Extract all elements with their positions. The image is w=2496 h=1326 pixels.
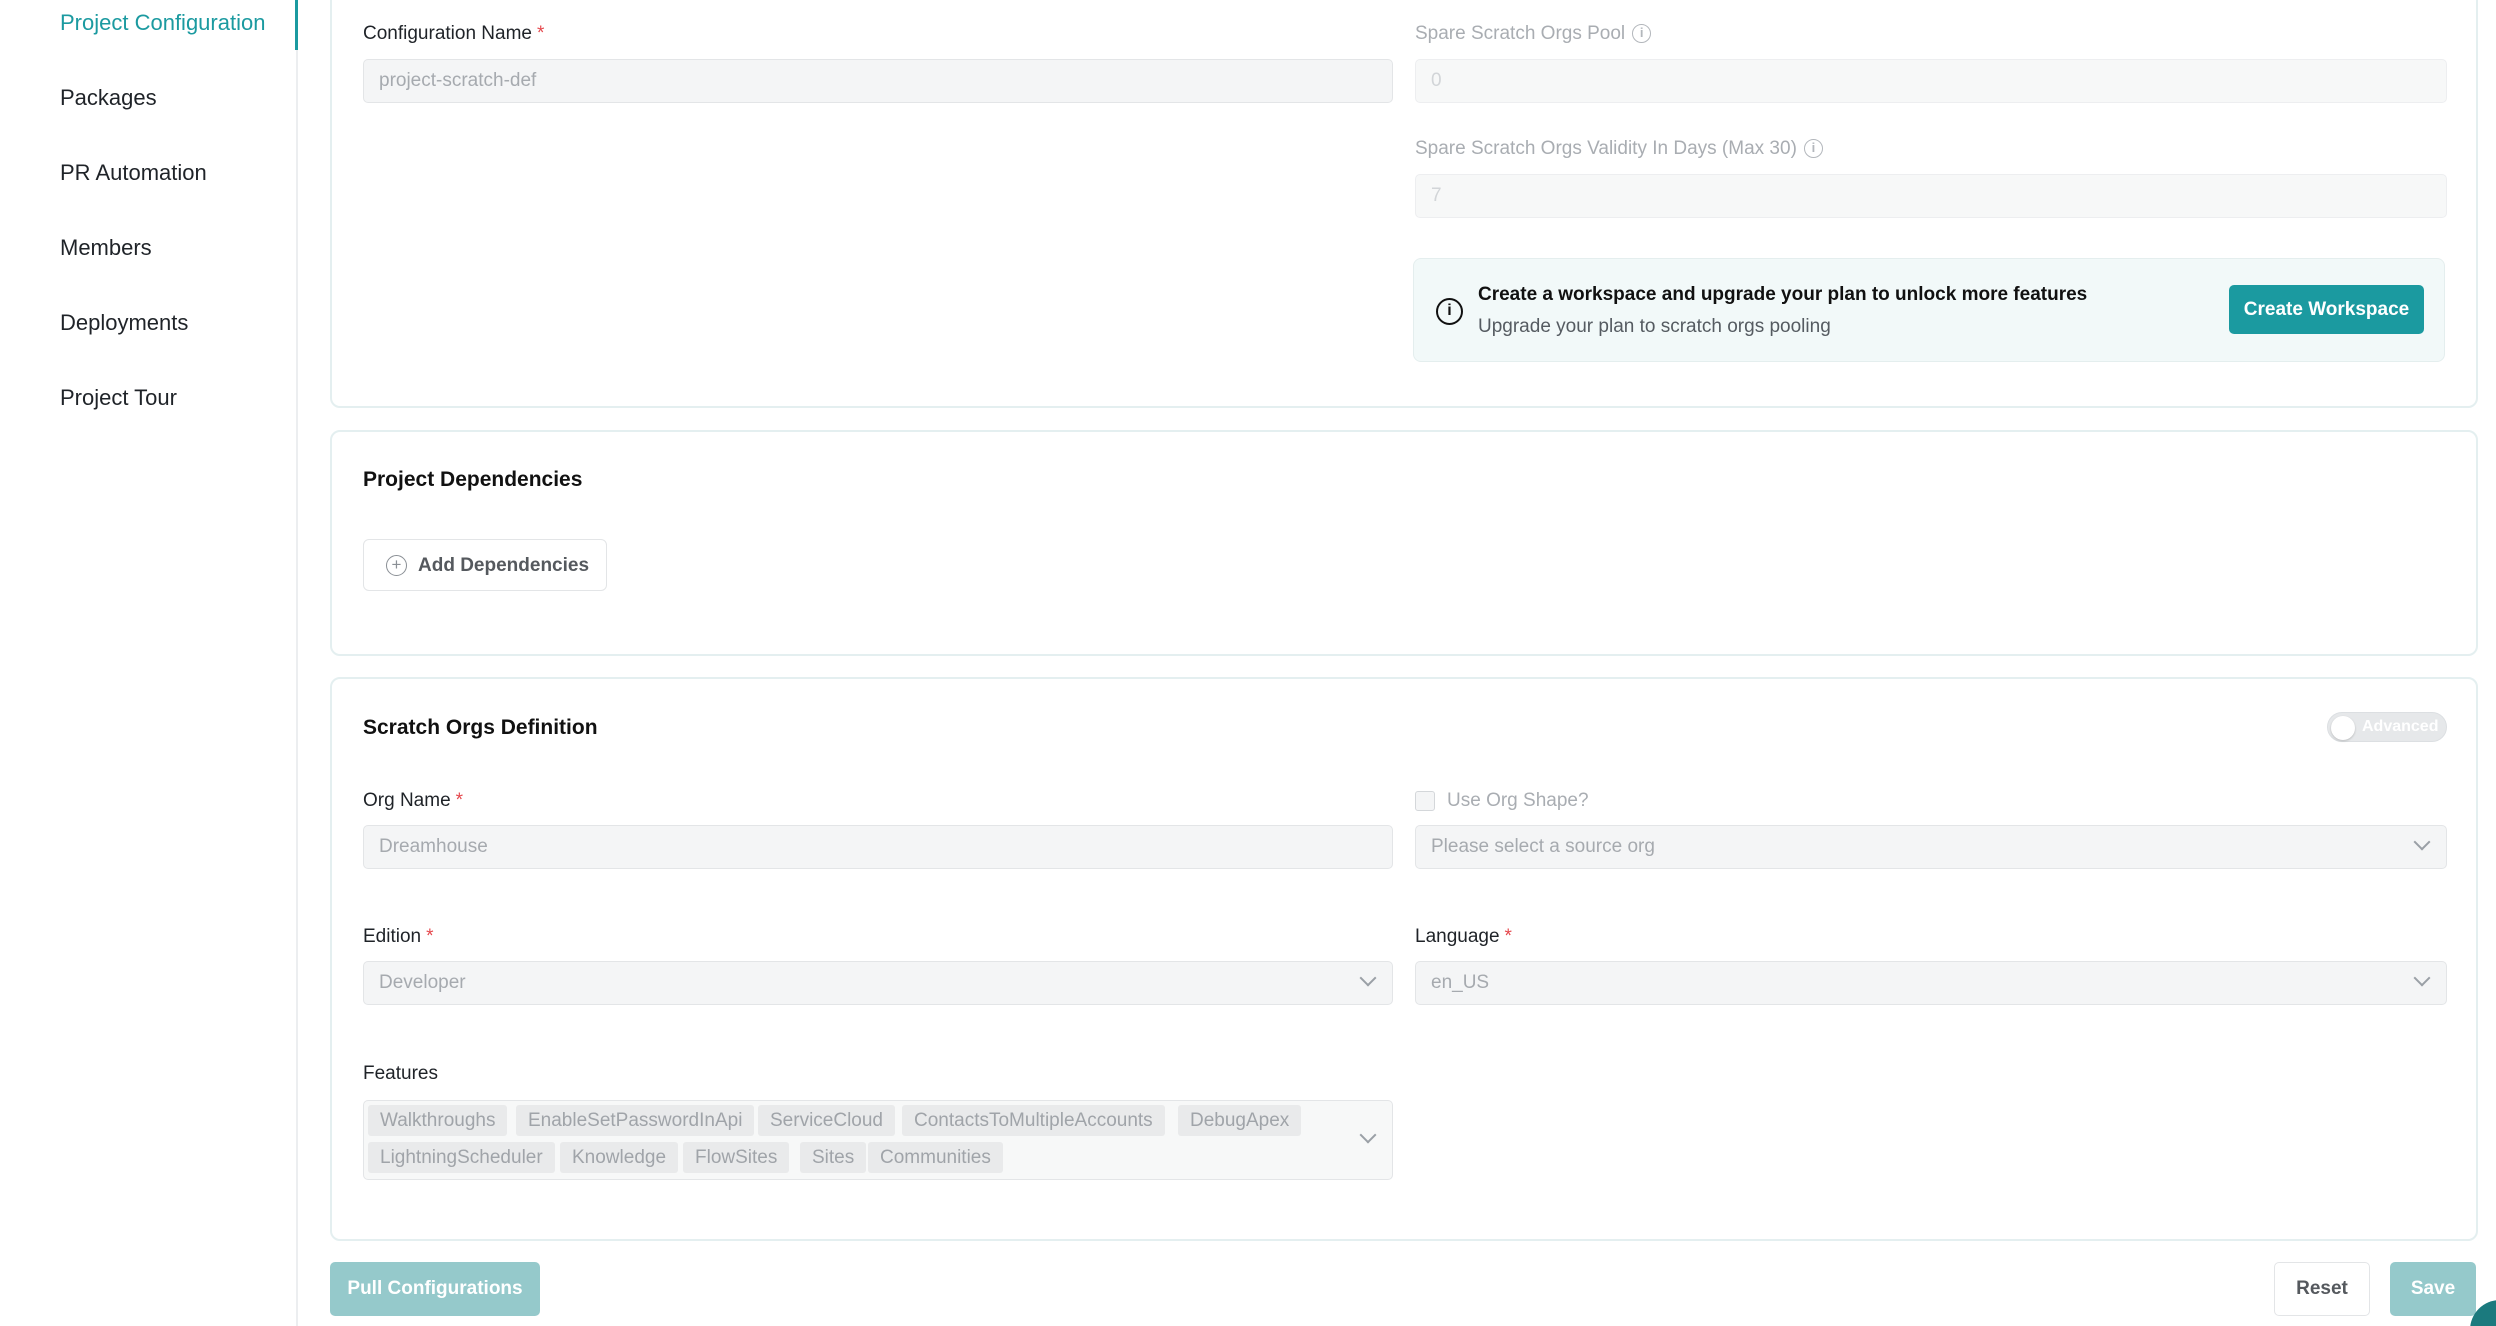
edition-value: Developer [379, 972, 466, 993]
chevron-down-icon [2413, 969, 2431, 987]
toggle-label: Advanced [2362, 718, 2439, 735]
banner-title: Create a workspace and upgrade your plan… [1478, 284, 2088, 305]
banner-subtitle: Upgrade your plan to scratch orgs poolin… [1478, 316, 1831, 337]
source-org-select[interactable]: Please select a source org [1415, 825, 2447, 869]
sidebar-item-members[interactable]: Members [60, 228, 152, 268]
sidebar-item-project-configuration[interactable]: Project Configuration [60, 3, 265, 43]
reset-button[interactable]: Reset [2274, 1262, 2370, 1316]
spare-validity-label: Spare Scratch Orgs Validity In Days (Max… [1415, 138, 1823, 160]
add-dependencies-button[interactable]: + Add Dependencies [363, 539, 607, 591]
sidebar-item-label: Project Configuration [60, 10, 266, 35]
info-icon: i [1436, 298, 1463, 325]
spare-validity-input[interactable]: 7 [1415, 174, 2447, 218]
pull-configurations-button[interactable]: Pull Configurations [330, 1262, 540, 1316]
create-workspace-button[interactable]: Create Workspace [2229, 285, 2424, 334]
edition-label: Edition * [363, 926, 434, 947]
upgrade-banner: i Create a workspace and upgrade your pl… [1413, 258, 2445, 362]
sidebar-item-label: Project Tour [60, 385, 177, 410]
dependencies-title: Project Dependencies [363, 468, 583, 491]
config-name-label: Configuration Name * [363, 23, 545, 44]
advanced-toggle[interactable]: Advanced [2327, 712, 2447, 742]
feature-tag: ServiceCloud [758, 1105, 895, 1136]
feature-tag: FlowSites [683, 1142, 790, 1173]
sidebar-item-label: Deployments [60, 310, 189, 335]
features-label: Features [363, 1063, 438, 1084]
sidebar-item-label: Packages [60, 85, 157, 110]
feature-tag: Sites [800, 1142, 867, 1173]
org-name-input[interactable]: Dreamhouse [363, 825, 1393, 869]
config-name-input[interactable]: project-scratch-def [363, 59, 1393, 103]
sidebar-item-deployments[interactable]: Deployments [60, 303, 188, 343]
language-value: en_US [1431, 972, 1490, 993]
feature-tag: DebugApex [1178, 1105, 1302, 1136]
add-dependencies-label: Add Dependencies [418, 555, 590, 576]
feature-tag: LightningScheduler [368, 1142, 555, 1173]
dependencies-card: Project Dependencies + Add Dependencies [330, 430, 2478, 656]
feature-tag: ContactsToMultipleAccounts [902, 1105, 1165, 1136]
sidebar-item-packages[interactable]: Packages [60, 78, 157, 118]
sidebar: Project Configuration Packages PR Automa… [0, 0, 298, 1326]
edition-select[interactable]: Developer [363, 961, 1393, 1005]
org-name-label: Org Name * [363, 790, 464, 811]
save-button[interactable]: Save [2390, 1262, 2476, 1316]
sidebar-item-pr-automation[interactable]: PR Automation [60, 153, 207, 193]
sidebar-item-label: PR Automation [60, 160, 207, 185]
scratch-orgs-title: Scratch Orgs Definition [363, 716, 598, 739]
sidebar-item-label: Members [60, 235, 152, 260]
scratch-orgs-card: Scratch Orgs Definition Advanced Org Nam… [330, 677, 2478, 1241]
spare-pool-input[interactable]: 0 [1415, 59, 2447, 103]
feature-tag: Communities [868, 1142, 1003, 1173]
chevron-down-icon [1359, 1126, 1377, 1144]
features-select[interactable]: Walkthroughs EnableSetPasswordInApi Serv… [363, 1100, 1393, 1180]
source-org-placeholder: Please select a source org [1431, 836, 1655, 857]
feature-tag: EnableSetPasswordInApi [516, 1105, 755, 1136]
active-indicator [295, 0, 298, 50]
info-icon[interactable]: i [1632, 24, 1652, 44]
use-org-shape-label: Use Org Shape? [1447, 790, 1589, 811]
plus-circle-icon: + [386, 555, 407, 576]
language-label: Language * [1415, 926, 1512, 947]
sidebar-item-project-tour[interactable]: Project Tour [60, 378, 177, 418]
chevron-down-icon [2413, 833, 2431, 851]
chevron-down-icon [1359, 969, 1377, 987]
info-icon[interactable]: i [1803, 139, 1823, 159]
spare-pool-label: Spare Scratch Orgs Pool i [1415, 23, 1652, 45]
feature-tag: Walkthroughs [368, 1105, 508, 1136]
toggle-knob [2331, 716, 2355, 740]
language-select[interactable]: en_US [1415, 961, 2447, 1005]
use-org-shape-checkbox[interactable] [1415, 791, 1435, 811]
feature-tag: Knowledge [560, 1142, 679, 1173]
